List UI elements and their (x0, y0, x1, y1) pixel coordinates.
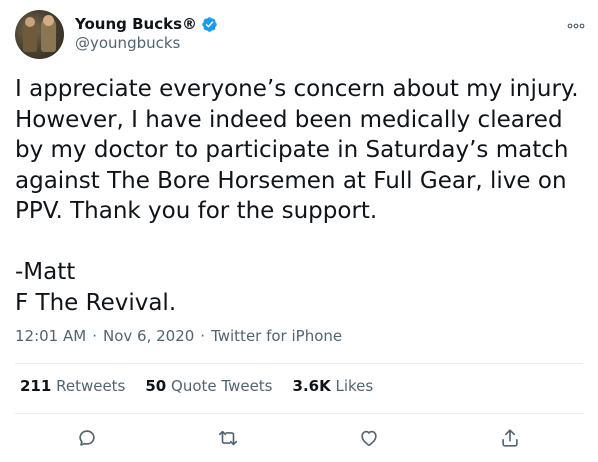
tweet-source[interactable]: Twitter for iPhone (211, 327, 342, 345)
like-icon[interactable] (358, 427, 380, 449)
reply-icon[interactable] (76, 427, 98, 449)
more-icon[interactable] (567, 16, 585, 29)
retweets-count: 211 (20, 377, 52, 395)
tweet-date[interactable]: Nov 6, 2020 (103, 327, 194, 345)
likes-stat[interactable]: 3.6K Likes (293, 377, 374, 395)
display-name[interactable]: Young Bucks® (75, 15, 197, 33)
tweet-meta: 12:01 AM · Nov 6, 2020 · Twitter for iPh… (15, 327, 342, 345)
tweet-actions (15, 425, 583, 449)
user-handle[interactable]: @youngbucks (75, 34, 180, 52)
quote-tweets-label: Quote Tweets (171, 377, 273, 395)
tweet-stats: 211 Retweets 50 Quote Tweets 3.6K Likes (20, 377, 393, 395)
avatar-head-right (43, 15, 54, 26)
name-row: Young Bucks® (75, 13, 218, 35)
retweet-icon[interactable] (217, 427, 239, 449)
meta-separator: · (200, 327, 206, 345)
quote-tweets-count: 50 (145, 377, 167, 395)
verified-badge-icon (201, 16, 218, 33)
divider (15, 363, 583, 364)
retweets-label: Retweets (56, 377, 126, 395)
tweet-text: I appreciate everyone’s concern about my… (15, 76, 579, 316)
quote-tweets-stat[interactable]: 50 Quote Tweets (145, 377, 272, 395)
likes-count: 3.6K (292, 377, 331, 395)
divider (15, 413, 583, 414)
share-icon[interactable] (499, 427, 521, 449)
avatar-head-left (25, 17, 35, 27)
retweets-stat[interactable]: 211 Retweets (20, 377, 125, 395)
avatar[interactable] (15, 10, 64, 59)
tweet-header: Young Bucks® @youngbucks (15, 10, 585, 60)
meta-separator: · (92, 327, 97, 345)
tweet-time[interactable]: 12:01 AM (15, 327, 86, 345)
likes-label: Likes (335, 377, 374, 395)
